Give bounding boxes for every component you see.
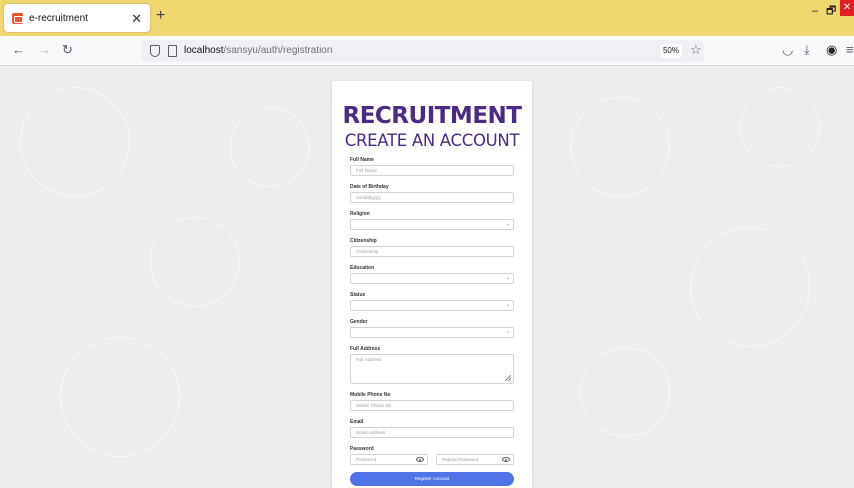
full-name-label: Full Name bbox=[350, 157, 374, 163]
citizenship-placeholder: Citizenship bbox=[356, 249, 379, 254]
eye-icon[interactable] bbox=[502, 457, 510, 462]
password-label: Password bbox=[350, 446, 374, 452]
education-label: Education bbox=[350, 265, 375, 271]
full-name-input[interactable]: Full Name bbox=[350, 165, 514, 176]
account-icon[interactable]: ◉ bbox=[826, 43, 837, 56]
close-tab-icon[interactable]: ✕ bbox=[131, 12, 142, 25]
dob-placeholder: mm/dd/yyyy bbox=[356, 195, 381, 200]
download-icon[interactable]: ⤓ bbox=[804, 43, 810, 56]
resize-grip-icon[interactable] bbox=[505, 375, 511, 381]
citizenship-input[interactable]: Citizenship bbox=[350, 246, 514, 257]
password-input[interactable]: Password bbox=[350, 454, 428, 465]
minimize-icon[interactable]: – bbox=[812, 6, 818, 17]
page-content: RECRUITMENT CREATE AN ACCOUNT Full Name … bbox=[0, 67, 854, 488]
menu-icon[interactable]: ≡ bbox=[846, 43, 854, 56]
chevron-down-icon: ⌄ bbox=[505, 275, 510, 281]
religion-select[interactable]: ⌄ bbox=[350, 219, 514, 230]
registration-card: RECRUITMENT CREATE AN ACCOUNT Full Name … bbox=[332, 81, 532, 488]
window-close-button[interactable]: ✕ bbox=[840, 0, 854, 16]
url-path: /sansyu/auth/registration bbox=[223, 45, 333, 56]
religion-label: Religion bbox=[350, 211, 370, 217]
repeat-password-input[interactable]: Repeat Password bbox=[436, 454, 514, 465]
reload-icon[interactable]: ↻ bbox=[62, 43, 73, 56]
url-bar[interactable]: localhost/sansyu/auth/registration 50% ☆ bbox=[142, 40, 704, 62]
status-select[interactable]: ⌄ bbox=[350, 300, 514, 311]
email-input[interactable]: Email Address bbox=[350, 427, 514, 438]
bookmark-star-icon[interactable]: ☆ bbox=[690, 43, 702, 56]
eye-icon[interactable] bbox=[416, 457, 424, 462]
dob-input[interactable]: mm/dd/yyyy bbox=[350, 192, 514, 203]
address-placeholder: Full Address bbox=[356, 357, 382, 362]
citizenship-label: Citizenship bbox=[350, 238, 377, 244]
page-subtitle: CREATE AN ACCOUNT bbox=[344, 131, 520, 150]
full-name-placeholder: Full Name bbox=[356, 168, 377, 173]
chevron-down-icon: ⌄ bbox=[505, 329, 510, 335]
tab-e-recruitment[interactable]: e-recruitment ✕ bbox=[4, 4, 150, 32]
gender-select[interactable]: ⌄ bbox=[350, 327, 514, 338]
navigation-bar: ← → ↻ localhost/sansyu/auth/registration… bbox=[0, 36, 854, 66]
page-info-icon[interactable] bbox=[168, 45, 177, 57]
phone-label: Mobile Phone No bbox=[350, 392, 391, 398]
back-icon[interactable]: ← bbox=[12, 43, 25, 56]
forward-icon[interactable]: → bbox=[38, 43, 51, 56]
status-label: Status bbox=[350, 292, 366, 298]
phone-input[interactable]: Mobile Phone No bbox=[350, 400, 514, 411]
address-textarea[interactable]: Full Address bbox=[350, 354, 514, 384]
education-select[interactable]: ⌄ bbox=[350, 273, 514, 284]
chevron-down-icon: ⌄ bbox=[505, 221, 510, 227]
site-favicon-icon bbox=[12, 12, 23, 24]
new-tab-button[interactable]: + bbox=[156, 8, 165, 24]
tab-strip: e-recruitment ✕ + – 🗗 ✕ bbox=[0, 0, 854, 36]
restore-icon[interactable]: 🗗 bbox=[826, 6, 836, 17]
zoom-level-badge[interactable]: 50% bbox=[660, 44, 682, 58]
repeat-password-placeholder: Repeat Password bbox=[442, 457, 479, 462]
url-text[interactable]: localhost/sansyu/auth/registration bbox=[184, 45, 332, 56]
chevron-down-icon: ⌄ bbox=[505, 302, 510, 308]
tab-title: e-recruitment bbox=[29, 12, 88, 24]
tracking-shield-icon[interactable] bbox=[150, 45, 160, 57]
url-host: localhost bbox=[184, 45, 224, 56]
page-title: RECRUITMENT bbox=[342, 103, 522, 129]
dob-label: Date of Birthday bbox=[350, 184, 389, 190]
email-label: Email bbox=[350, 419, 364, 425]
register-account-button[interactable]: Register Account bbox=[350, 472, 514, 486]
phone-placeholder: Mobile Phone No bbox=[356, 403, 392, 408]
address-label: Full Address bbox=[350, 346, 381, 352]
password-placeholder: Password bbox=[356, 457, 377, 462]
pocket-icon[interactable]: ◡ bbox=[782, 43, 793, 56]
gender-label: Gender bbox=[350, 319, 368, 325]
email-placeholder: Email Address bbox=[356, 430, 386, 435]
